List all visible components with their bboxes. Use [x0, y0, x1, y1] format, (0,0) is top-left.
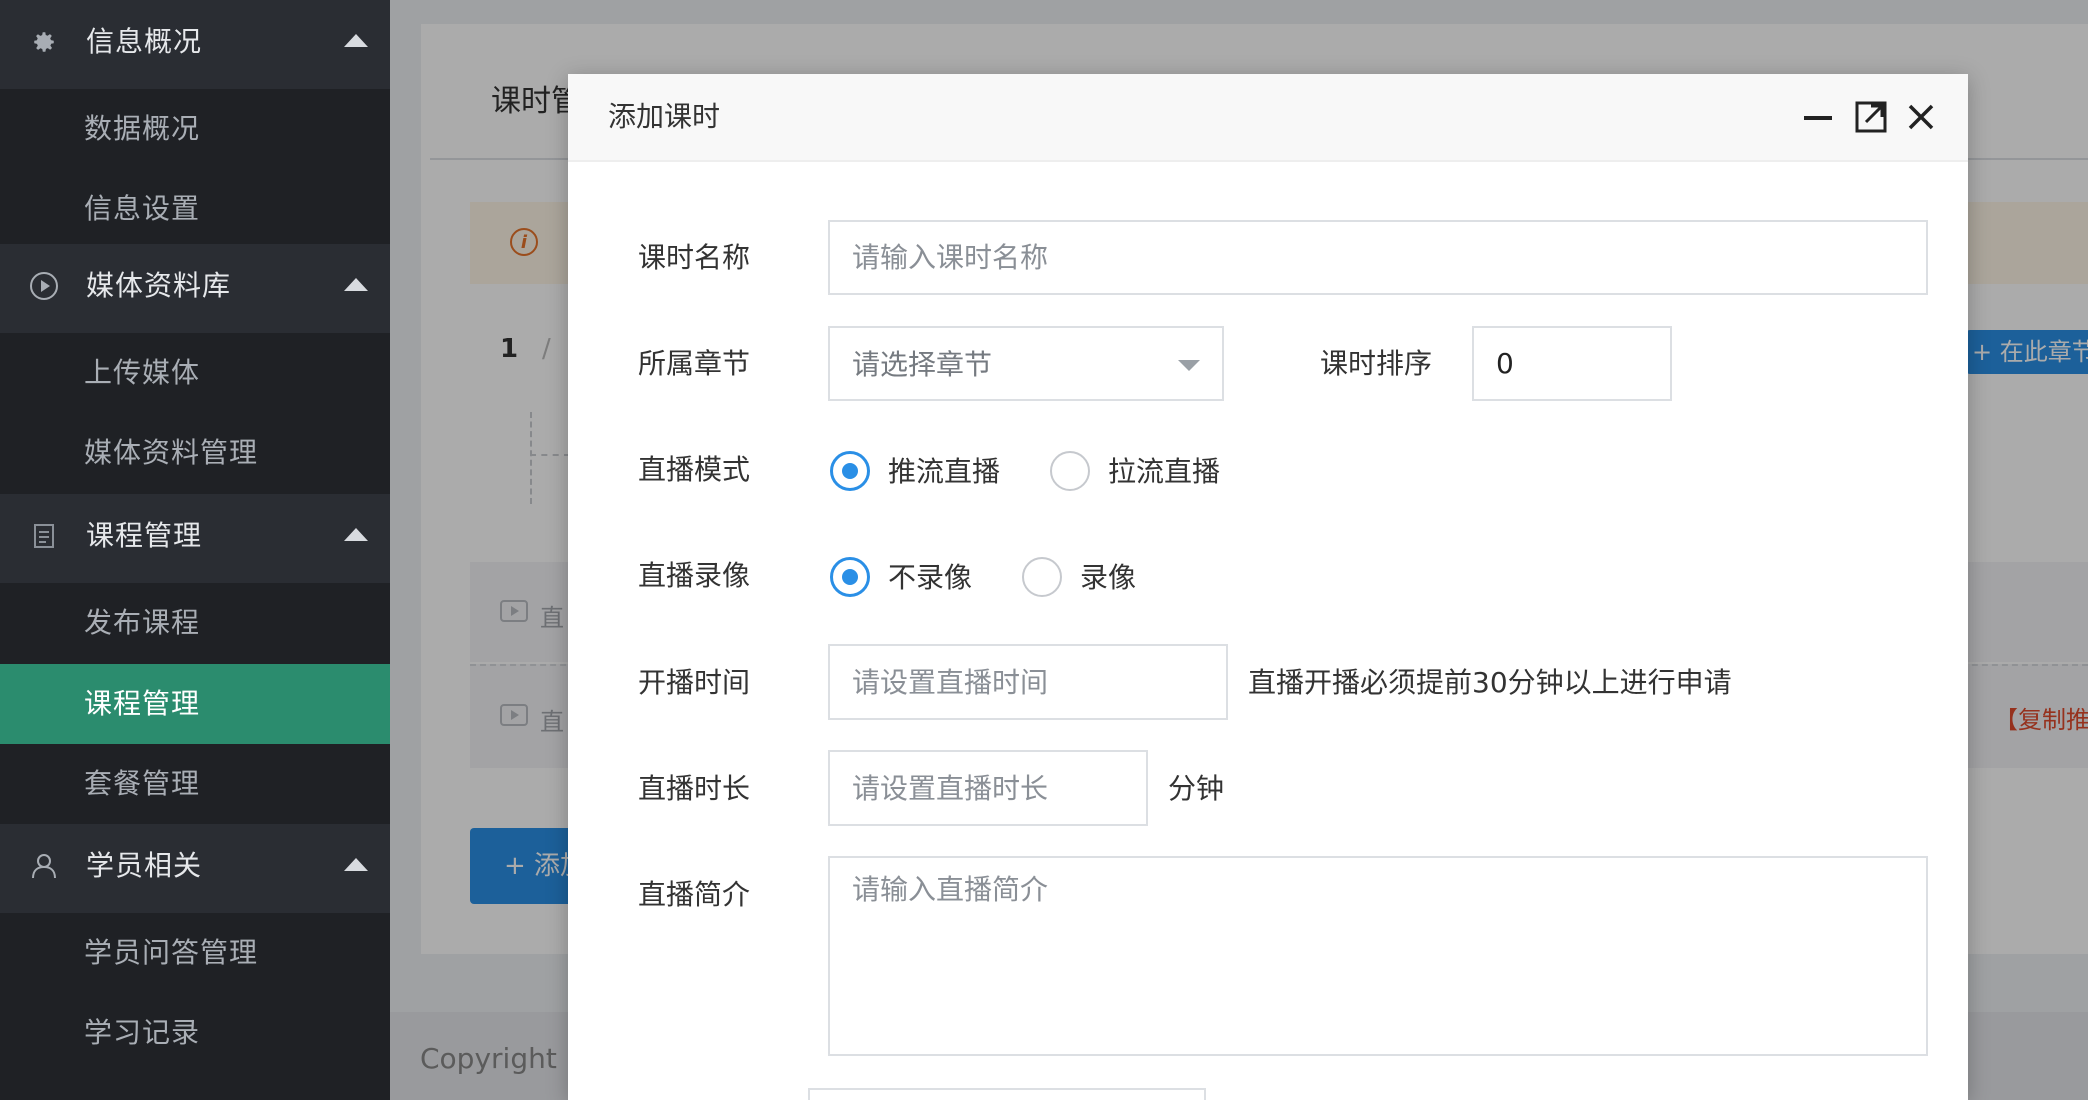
caret-up-icon: [344, 858, 368, 871]
sidebar-group-label: 学员相关: [86, 849, 203, 882]
sidebar-item-info-settings[interactable]: 信息设置: [0, 169, 390, 249]
sidebar-item-package-management[interactable]: 套餐管理: [0, 744, 390, 824]
sidebar-group-info-overview[interactable]: 信息概况: [0, 0, 390, 89]
radio-record[interactable]: [1022, 557, 1062, 597]
sidebar-group-students[interactable]: 学员相关: [0, 824, 390, 913]
live-mode-label: 直播模式: [638, 453, 751, 486]
sidebar-item-student-qa[interactable]: 学员问答管理: [0, 913, 390, 993]
chapter-select-value: 请选择章节: [852, 348, 993, 381]
dialog-title: 添加课时: [608, 100, 721, 133]
sidebar-item-study-records[interactable]: 学习记录: [0, 993, 390, 1073]
gear-icon: [28, 26, 60, 58]
close-icon[interactable]: [1904, 100, 1938, 134]
sidebar-item-media-management[interactable]: 媒体资料管理: [0, 413, 390, 493]
intro-textarea[interactable]: [828, 856, 1928, 1056]
sidebar: 信息概况 数据概况 信息设置 媒体资料库 上传媒体 媒体资料管理 课程管理 发布…: [0, 0, 390, 1100]
duration-label: 直播时长: [638, 772, 751, 805]
start-time-hint: 直播开播必须提前30分钟以上进行申请: [1248, 666, 1732, 699]
sidebar-item-label: 套餐管理: [84, 767, 201, 800]
lesson-order-label: 课时排序: [1320, 347, 1433, 380]
radio-push-stream[interactable]: [830, 451, 870, 491]
duration-unit: 分钟: [1168, 772, 1225, 805]
live-record-label: 直播录像: [638, 559, 751, 592]
radio-pull-stream-label[interactable]: 拉流直播: [1108, 452, 1220, 492]
chevron-down-icon: [1178, 360, 1200, 371]
sidebar-item-label: 学习记录: [84, 1016, 201, 1049]
sidebar-item-upload-media[interactable]: 上传媒体: [0, 333, 390, 413]
sidebar-group-media-library[interactable]: 媒体资料库: [0, 244, 390, 333]
next-field-partial[interactable]: [808, 1088, 1206, 1100]
user-icon: [28, 850, 60, 882]
sidebar-item-label: 发布课程: [84, 606, 201, 639]
sidebar-group-label: 信息概况: [86, 25, 203, 58]
sidebar-item-data-overview[interactable]: 数据概况: [0, 89, 390, 169]
sidebar-item-publish-course[interactable]: 发布课程: [0, 583, 390, 663]
caret-up-icon: [344, 34, 368, 47]
sidebar-item-label: 信息设置: [84, 192, 201, 225]
lesson-order-input[interactable]: [1472, 326, 1672, 401]
lesson-name-input[interactable]: [828, 220, 1928, 295]
chapter-select[interactable]: 请选择章节: [828, 326, 1224, 401]
minimize-icon[interactable]: [1802, 100, 1836, 134]
caret-up-icon: [344, 528, 368, 541]
sidebar-item-label: 上传媒体: [84, 356, 201, 389]
document-icon: [28, 520, 60, 552]
radio-record-label[interactable]: 录像: [1080, 558, 1136, 598]
dialog-header[interactable]: 添加课时: [568, 74, 1968, 162]
caret-up-icon: [344, 278, 368, 291]
radio-no-record[interactable]: [830, 557, 870, 597]
sidebar-item-label: 数据概况: [84, 112, 201, 145]
start-time-label: 开播时间: [638, 666, 751, 699]
radio-pull-stream[interactable]: [1050, 451, 1090, 491]
sidebar-item-course-management[interactable]: 课程管理: [0, 664, 390, 744]
lesson-name-label: 课时名称: [638, 241, 751, 274]
sidebar-item-label: 课程管理: [84, 687, 201, 720]
intro-label: 直播简介: [638, 878, 751, 911]
radio-no-record-label[interactable]: 不录像: [888, 558, 972, 598]
sidebar-item-label: 媒体资料管理: [84, 436, 259, 469]
start-time-input[interactable]: [828, 644, 1228, 720]
sidebar-group-course-management[interactable]: 课程管理: [0, 494, 390, 583]
play-circle-icon: [28, 270, 60, 302]
sidebar-group-label: 课程管理: [86, 519, 203, 552]
sidebar-item-label: 学员问答管理: [84, 936, 259, 969]
duration-input[interactable]: [828, 750, 1148, 826]
maximize-icon[interactable]: [1854, 100, 1888, 134]
sidebar-group-label: 媒体资料库: [86, 269, 232, 302]
radio-push-stream-label[interactable]: 推流直播: [888, 452, 1000, 492]
chapter-label: 所属章节: [638, 347, 751, 380]
